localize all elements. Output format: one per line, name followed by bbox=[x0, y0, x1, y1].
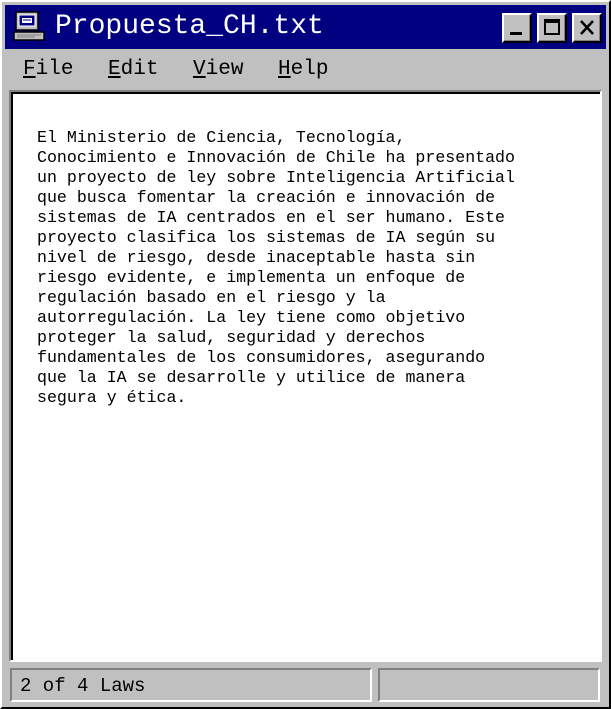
menu-help-accel: H bbox=[278, 58, 291, 81]
menu-help-label: elp bbox=[290, 58, 329, 81]
menu-file-label: ile bbox=[35, 58, 74, 81]
document-line: nivel de riesgo, desde inaceptable hasta… bbox=[37, 248, 476, 267]
document-line: fundamentales de los consumidores, asegu… bbox=[37, 348, 486, 367]
menu-help[interactable]: Help bbox=[278, 57, 328, 83]
text-editor-area[interactable]: El Ministerio de Ciencia, Tecnología, Co… bbox=[9, 90, 602, 662]
notepad-window: Propuesta_CH.txt File Edit View Help El … bbox=[0, 0, 611, 709]
document-line: riesgo evidente, e implementa un enfoque… bbox=[37, 268, 466, 287]
title-bar[interactable]: Propuesta_CH.txt bbox=[5, 5, 606, 49]
document-line: regulación basado en el riesgo y la bbox=[37, 288, 386, 307]
document-line: autorregulación. La ley tiene como objet… bbox=[37, 308, 466, 327]
document-line: proyecto clasifica los sistemas de IA se… bbox=[37, 228, 496, 247]
document-text[interactable]: El Ministerio de Ciencia, Tecnología, Co… bbox=[37, 128, 582, 408]
status-bar-right-panel bbox=[378, 668, 600, 702]
menu-edit-label: dit bbox=[120, 58, 159, 81]
document-line: un proyecto de ley sobre Inteligencia Ar… bbox=[37, 168, 515, 187]
menu-file[interactable]: File bbox=[23, 57, 73, 83]
menu-view-label: iew bbox=[205, 58, 244, 81]
document-line: que busca fomentar la creación e innovac… bbox=[37, 188, 496, 207]
maximize-button[interactable] bbox=[537, 13, 567, 43]
close-icon bbox=[580, 20, 594, 35]
menu-view[interactable]: View bbox=[193, 57, 243, 83]
minimize-button[interactable] bbox=[502, 13, 532, 43]
document-line: que la IA se desarrolle y utilice de man… bbox=[37, 368, 466, 387]
status-text: 2 of 4 Laws bbox=[20, 675, 146, 697]
document-line: sistemas de IA centrados en el ser human… bbox=[37, 208, 506, 227]
menu-edit[interactable]: Edit bbox=[108, 57, 158, 83]
document-line: El Ministerio de Ciencia, Tecnología, bbox=[37, 128, 406, 147]
menu-view-accel: V bbox=[193, 58, 206, 81]
document-line: Conocimiento e Innovación de Chile ha pr… bbox=[37, 148, 515, 167]
document-line: proteger la salud, seguridad y derechos bbox=[37, 328, 426, 347]
menu-edit-accel: E bbox=[108, 58, 121, 81]
maximize-icon bbox=[544, 19, 560, 35]
menu-file-accel: F bbox=[23, 58, 36, 81]
status-bar-left-panel: 2 of 4 Laws bbox=[10, 668, 372, 702]
window-title: Propuesta_CH.txt bbox=[55, 11, 324, 42]
minimize-icon bbox=[510, 32, 522, 35]
close-button[interactable] bbox=[572, 13, 602, 43]
document-line: segura y ética. bbox=[37, 388, 187, 407]
menu-bar: File Edit View Help bbox=[5, 52, 606, 88]
notepad-computer-icon[interactable] bbox=[13, 11, 47, 43]
